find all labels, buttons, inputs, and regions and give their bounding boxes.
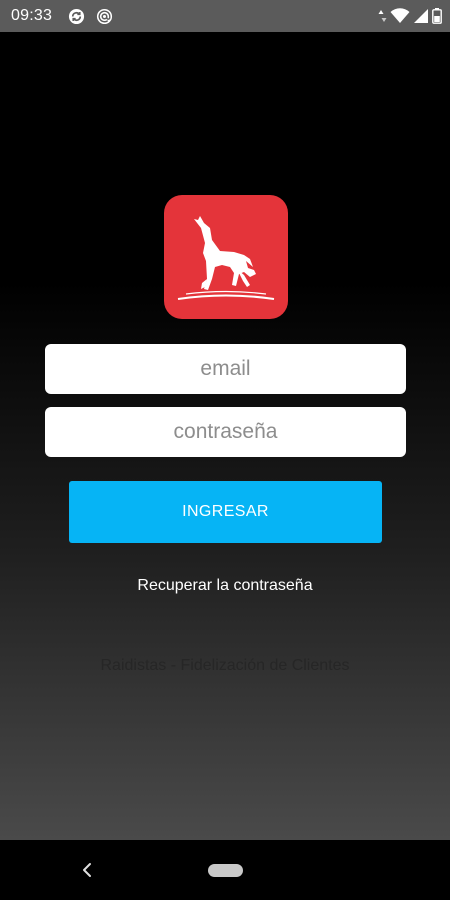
login-screen: INGRESAR Recuperar la contraseña Raidist… [0,32,450,840]
navigation-bar [0,840,450,900]
wifi-icon [390,8,410,23]
recover-password-link[interactable]: Recuperar la contraseña [0,577,450,595]
horse-logo-icon [177,216,275,300]
status-time: 09:33 [11,7,53,24]
data-arrows-icon [378,10,387,22]
at-notification-icon [96,8,113,25]
app-logo [164,195,288,319]
sync-notification-icon [68,8,85,25]
email-field[interactable] [45,344,406,394]
footer-text: Raidistas - Fidelización de Clientes [100,657,350,674]
login-button[interactable]: INGRESAR [69,481,382,543]
home-pill-icon[interactable] [208,864,243,877]
signal-icon [414,9,428,23]
status-bar: 09:33 [0,0,450,32]
password-field[interactable] [45,407,406,457]
back-icon[interactable] [80,862,94,878]
battery-icon [432,8,442,24]
status-icons [378,8,442,24]
